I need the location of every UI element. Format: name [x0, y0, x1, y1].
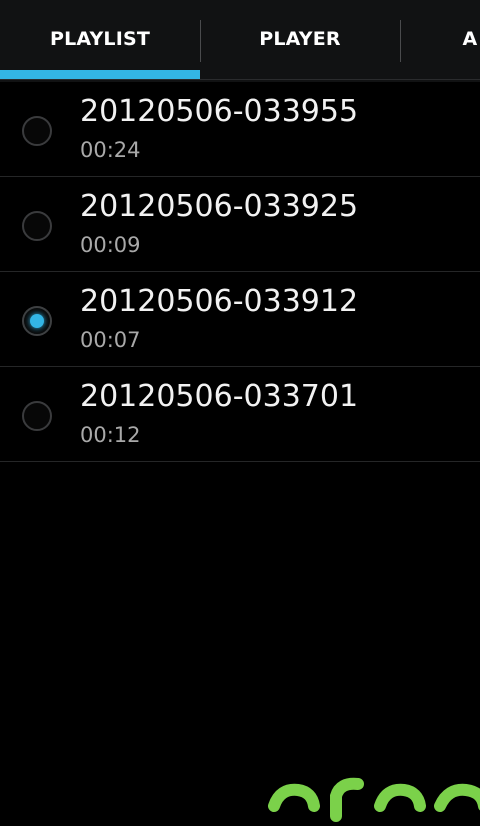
tab-player-label: PLAYER: [259, 28, 341, 50]
tab-bar-divider: [0, 79, 480, 80]
recording-duration: 00:24: [80, 138, 141, 162]
recording-title: 20120506-033925: [80, 189, 359, 224]
recording-duration: 00:07: [80, 328, 141, 352]
recording-row-3[interactable]: 20120506-033912 00:07: [0, 272, 480, 367]
recording-duration: 00:12: [80, 423, 141, 447]
tab-partial-label: A: [462, 28, 478, 50]
radio-unchecked-icon[interactable]: [22, 401, 52, 431]
recordings-list: 20120506-033955 00:24 20120506-033925 00…: [0, 82, 480, 462]
recording-row-4[interactable]: 20120506-033701 00:12: [0, 367, 480, 462]
recording-title: 20120506-033912: [80, 284, 359, 319]
tab-bar: PLAYLIST PLAYER A: [0, 0, 480, 82]
recording-duration: 00:09: [80, 233, 141, 257]
watermark-logo: [262, 766, 480, 826]
radio-unchecked-icon[interactable]: [22, 116, 52, 146]
tab-partial[interactable]: A: [400, 0, 480, 82]
tab-player[interactable]: PLAYER: [200, 0, 400, 82]
radio-unchecked-icon[interactable]: [22, 211, 52, 241]
watermark-logo-graphic: [268, 777, 480, 822]
recording-title: 20120506-033701: [80, 379, 359, 414]
recording-title: 20120506-033955: [80, 94, 359, 129]
recording-row-1[interactable]: 20120506-033955 00:24: [0, 82, 480, 177]
selected-tab-indicator: [0, 70, 200, 79]
radio-selected-dot: [30, 314, 44, 328]
radio-checked-icon[interactable]: [22, 306, 52, 336]
tab-playlist-label: PLAYLIST: [49, 28, 151, 50]
recording-row-2[interactable]: 20120506-033925 00:09: [0, 177, 480, 272]
